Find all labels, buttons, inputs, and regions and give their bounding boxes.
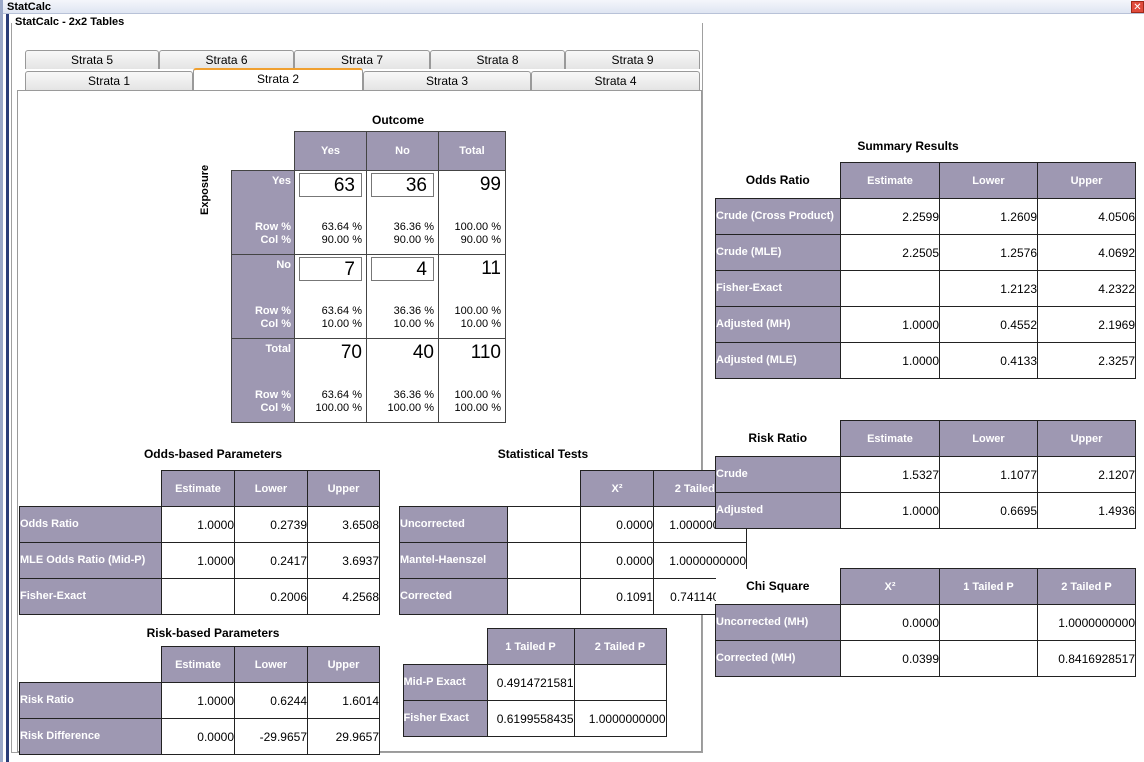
- table-row: Mid-P Exact 0.4914721581: [399, 664, 667, 701]
- summary-risk-table: Risk Ratio Estimate Lower Upper Crude 1.…: [715, 420, 1136, 529]
- tab-strata-7[interactable]: Strata 7: [294, 50, 430, 69]
- odds-ratio-heading: Odds Ratio: [715, 162, 841, 199]
- table-row: Fisher-Exact 0.2006 4.2568: [19, 578, 380, 615]
- table-row: Uncorrected 0.0000 1.0000000000: [399, 506, 747, 543]
- table-row: Uncorrected (MH) 0.0000 1.0000000000: [715, 604, 1136, 641]
- cell-b: 36 36.36 % 90.00 %: [366, 170, 439, 255]
- summary-chi-table: Chi Square X² 1 Tailed P 2 Tailed P Unco…: [715, 568, 1136, 677]
- summary-odds-table: Odds Ratio Estimate Lower Upper Crude (C…: [715, 162, 1136, 379]
- cell-row1-total: 99 100.00 % 90.00 %: [438, 170, 506, 255]
- cell-c: 7 63.64 % 10.00 %: [294, 254, 367, 339]
- tab-strata-5[interactable]: Strata 5: [25, 50, 159, 69]
- tab-strata-4[interactable]: Strata 4: [531, 71, 700, 90]
- table-row: Adjusted 1.0000 0.6695 1.4936: [715, 492, 1136, 529]
- stat-tests-table: X² 2 Tailed P Uncorrected 0.0000 1.00000…: [399, 470, 747, 615]
- risk-params-title: Risk-based Parameters: [146, 626, 280, 640]
- table-row: Mantel-Haenszel 0.0000 1.0000000000: [399, 542, 747, 579]
- exposure-label: Exposure: [199, 164, 211, 215]
- chi-square-heading: Chi Square: [715, 568, 841, 605]
- cell-col1-total: 70 63.64 % 100.00 %: [294, 338, 367, 423]
- tab-strata-3[interactable]: Strata 3: [363, 71, 531, 90]
- row-label-yes: Yes Row % Col %: [231, 170, 295, 255]
- table-row: Corrected 0.1091 0.7411405519: [399, 578, 747, 615]
- table-row: Crude (Cross Product) 2.2599 1.2609 4.05…: [715, 198, 1136, 235]
- cell-d-input[interactable]: 4: [371, 257, 434, 281]
- cell-col2-total: 40 36.36 % 100.00 %: [366, 338, 439, 423]
- table-row: Total Row % Col % 70 63.64 % 100.00 % 40…: [231, 338, 506, 423]
- close-icon[interactable]: ✕: [1131, 1, 1144, 13]
- tab-strata-2[interactable]: Strata 2: [193, 68, 363, 90]
- table-row: MLE Odds Ratio (Mid-P) 1.0000 0.2417 3.6…: [19, 542, 380, 579]
- row-label-total: Total Row % Col %: [231, 338, 295, 423]
- tab-strata-6[interactable]: Strata 6: [159, 50, 294, 69]
- stat-tests-title: Statistical Tests: [497, 447, 589, 461]
- row-label-no: No Row % Col %: [231, 254, 295, 339]
- cell-d: 4 36.36 % 10.00 %: [366, 254, 439, 339]
- cell-c-input[interactable]: 7: [299, 257, 362, 281]
- table-row: Fisher Exact 0.6199558435 1.0000000000: [399, 700, 667, 737]
- tab-strata-9[interactable]: Strata 9: [565, 50, 700, 69]
- table-row: Fisher-Exact 1.2123 4.2322: [715, 270, 1136, 307]
- cell-a: 63 63.64 % 90.00 %: [294, 170, 367, 255]
- odds-params-title: Odds-based Parameters: [143, 447, 283, 461]
- cell-grand-total: 110 100.00 % 100.00 %: [438, 338, 506, 423]
- tab-strata-8[interactable]: Strata 8: [430, 50, 565, 69]
- table-row: Yes Row % Col % 63 63.64 % 90.00 % 36 36…: [231, 170, 506, 255]
- cell-a-input[interactable]: 63: [299, 173, 362, 197]
- cell-b-input[interactable]: 36: [371, 173, 434, 197]
- outcome-label: Outcome: [371, 113, 424, 127]
- risk-params-table: Estimate Lower Upper Risk Ratio 1.0000 0…: [19, 646, 380, 755]
- table-row: Odds Ratio 1.0000 0.2739 3.6508: [19, 506, 380, 543]
- table-row: Corrected (MH) 0.0399 0.8416928517: [715, 640, 1136, 677]
- window-left-border: [6, 14, 9, 762]
- cell-row2-total: 11 100.00 % 10.00 %: [438, 254, 506, 339]
- table-row: Crude 1.5327 1.1077 2.1207: [715, 456, 1136, 493]
- table-row: Risk Ratio 1.0000 0.6244 1.6014: [19, 682, 380, 719]
- table-row: Adjusted (MLE) 1.0000 0.4133 2.3257: [715, 342, 1136, 379]
- exact-tests-table: 1 Tailed P 2 Tailed P Mid-P Exact 0.4914…: [399, 628, 667, 737]
- contingency-table: Yes No Total Yes Row % Col % 63 63.64 % …: [231, 131, 506, 423]
- summary-title: Summary Results: [857, 139, 959, 153]
- odds-params-table: Estimate Lower Upper Odds Ratio 1.0000 0…: [19, 470, 380, 615]
- header-yes: Yes: [294, 131, 367, 171]
- header-total: Total: [438, 131, 506, 171]
- table-row: Crude (MLE) 2.2505 1.2576 4.0692: [715, 234, 1136, 271]
- table-row: Risk Difference 0.0000 -29.9657 29.9657: [19, 718, 380, 755]
- col-lower: Lower: [234, 470, 308, 507]
- col-upper: Upper: [307, 470, 380, 507]
- risk-ratio-heading: Risk Ratio: [715, 420, 841, 457]
- table-row: Adjusted (MH) 1.0000 0.4552 2.1969: [715, 306, 1136, 343]
- tab-strata-1[interactable]: Strata 1: [25, 71, 193, 90]
- table-row: No Row % Col % 7 63.64 % 10.00 % 4 36.36…: [231, 254, 506, 339]
- window-title: StatCalc: [7, 1, 52, 13]
- col-estimate: Estimate: [161, 470, 235, 507]
- statcalc-window: StatCalc ✕ StatCalc - 2x2 Tables Strata …: [0, 0, 1144, 762]
- header-no: No: [366, 131, 439, 171]
- title-bar: StatCalc ✕: [3, 0, 1144, 14]
